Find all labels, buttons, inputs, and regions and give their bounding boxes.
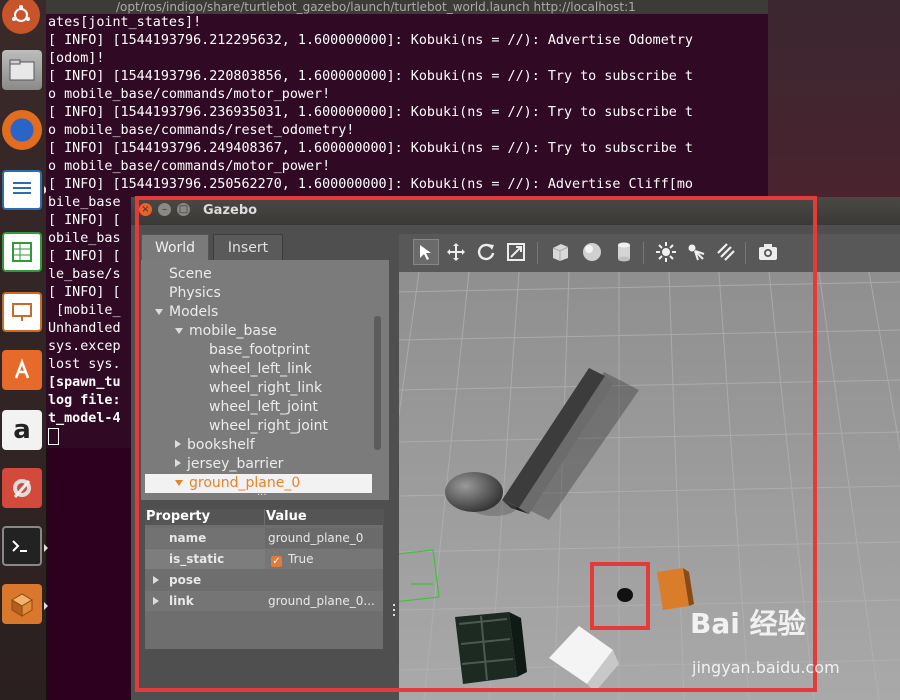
expand-arrow-icon[interactable] [175, 480, 183, 486]
tree-item-ground-plane[interactable]: ground_plane_0 [175, 474, 300, 493]
cylinder-icon[interactable] [611, 239, 637, 265]
libreoffice-impress-icon[interactable] [2, 292, 42, 332]
terminal-icon[interactable] [2, 526, 42, 566]
tree-item-models[interactable]: Models [155, 303, 218, 322]
turtlebot-model[interactable] [617, 588, 633, 602]
tree-item-wheel-right-link[interactable]: wheel_right_link [209, 379, 322, 398]
expand-arrow-icon[interactable] [155, 309, 163, 315]
toolbar-separator [537, 242, 538, 264]
toolbar-separator [745, 242, 746, 264]
minimize-button[interactable]: – [158, 203, 171, 216]
select-arrow-icon[interactable] [413, 239, 439, 265]
gazebo-titlebar[interactable]: × – □ Gazebo [131, 197, 900, 225]
toolbar-separator [643, 242, 644, 264]
window-title: Gazebo [203, 203, 258, 218]
tab-insert[interactable]: Insert [213, 234, 283, 260]
baidu-watermark: Bai 经验 jingyan.baidu.com [690, 602, 890, 682]
property-row-static[interactable]: is_static ✓ True [145, 549, 383, 569]
maximize-button[interactable]: □ [177, 203, 190, 216]
directional-light-icon[interactable] [713, 239, 739, 265]
terminal-line: o mobile_base/commands/reset_odometry! [48, 123, 355, 138]
tree-item-scene[interactable]: Scene [169, 265, 212, 284]
terminal-line: ates[joint_states]! [48, 15, 202, 30]
translate-icon[interactable] [443, 239, 469, 265]
orange-box-model[interactable] [657, 568, 694, 610]
collapse-arrow-icon[interactable] [175, 459, 181, 467]
expand-arrow-icon[interactable] [175, 328, 183, 334]
gazebo-icon[interactable] [2, 584, 42, 624]
tree-item-base-footprint[interactable]: base_footprint [209, 341, 310, 360]
left-panel: World Insert Scene Physics Models mobile… [141, 234, 391, 700]
watermark-url: jingyan.baidu.com [692, 658, 840, 677]
box-icon[interactable] [547, 239, 573, 265]
rotate-icon[interactable] [473, 239, 499, 265]
property-row-link[interactable]: link ground_plane_0... [145, 591, 383, 611]
tree-item-partial: ... [257, 487, 267, 498]
checkbox-checked-icon[interactable]: ✓ [271, 556, 282, 567]
tree-item-wheel-left-link[interactable]: wheel_left_link [209, 360, 312, 379]
world-tree: Scene Physics Models mobile_base base_fo… [141, 260, 389, 500]
terminal-cursor [48, 428, 59, 445]
terminal-line: o mobile_base/commands/motor_power! [48, 87, 331, 102]
terminal-line: [ INFO] [1544193796.212295632, 1.6000000… [48, 33, 693, 48]
watermark-logo: Bai 经验 [690, 607, 806, 640]
collapse-arrow-icon[interactable] [175, 440, 181, 448]
libreoffice-writer-icon[interactable] [2, 170, 42, 210]
file-manager-icon[interactable] [2, 50, 42, 90]
property-panel: Property Value name ground_plane_0 is_st… [145, 509, 384, 649]
property-header: Property [145, 509, 264, 525]
tree-item-wheel-left-joint[interactable]: wheel_left_joint [209, 398, 318, 417]
tree-item-physics[interactable]: Physics [169, 284, 221, 303]
screenshot-icon[interactable] [755, 239, 781, 265]
close-button[interactable]: × [139, 203, 152, 216]
tree-scrollbar[interactable] [374, 316, 381, 450]
spot-light-icon[interactable] [683, 239, 709, 265]
property-row-name[interactable]: name ground_plane_0 [145, 528, 383, 548]
tree-item-mobile-base[interactable]: mobile_base [175, 322, 277, 341]
terminal-line: o mobile_base/commands/motor_power! [48, 159, 331, 174]
bookshelf-model[interactable] [455, 612, 527, 684]
sphere-icon[interactable] [579, 239, 605, 265]
libreoffice-calc-icon[interactable] [2, 232, 42, 272]
terminal-line: [ INFO] [1544193796.249408367, 1.6000000… [48, 141, 693, 156]
terminal-title: /opt/ros/indigo/share/turtlebot_gazebo/l… [46, 0, 768, 14]
scale-icon[interactable] [503, 239, 529, 265]
scene-toolbar [399, 234, 900, 272]
tab-world[interactable]: World [141, 234, 209, 260]
terminal-line: [odom]! [48, 51, 105, 66]
panel-splitter-handle[interactable] [392, 602, 396, 618]
system-settings-icon[interactable] [2, 468, 42, 508]
amazon-icon[interactable]: a [2, 410, 42, 450]
point-light-icon[interactable] [653, 239, 679, 265]
value-header: Value [265, 509, 384, 525]
property-row-pose[interactable]: pose [145, 570, 383, 590]
tree-item-bookshelf[interactable]: bookshelf [175, 436, 255, 455]
tree-item-wheel-right-joint[interactable]: wheel_right_joint [209, 417, 328, 436]
terminal-line: [ INFO] [1544193796.250562270, 1.6000000… [48, 177, 693, 192]
ubuntu-dash-icon[interactable] [2, 0, 40, 34]
unity-launcher: a [0, 0, 48, 700]
software-center-icon[interactable] [2, 350, 42, 390]
terminal-line: [ INFO] [1544193796.236935031, 1.6000000… [48, 105, 693, 120]
tree-item-jersey-barrier[interactable]: jersey_barrier [175, 455, 283, 474]
terminal-line: [ INFO] [1544193796.220803856, 1.6000000… [48, 69, 693, 84]
firefox-icon[interactable] [2, 110, 42, 150]
